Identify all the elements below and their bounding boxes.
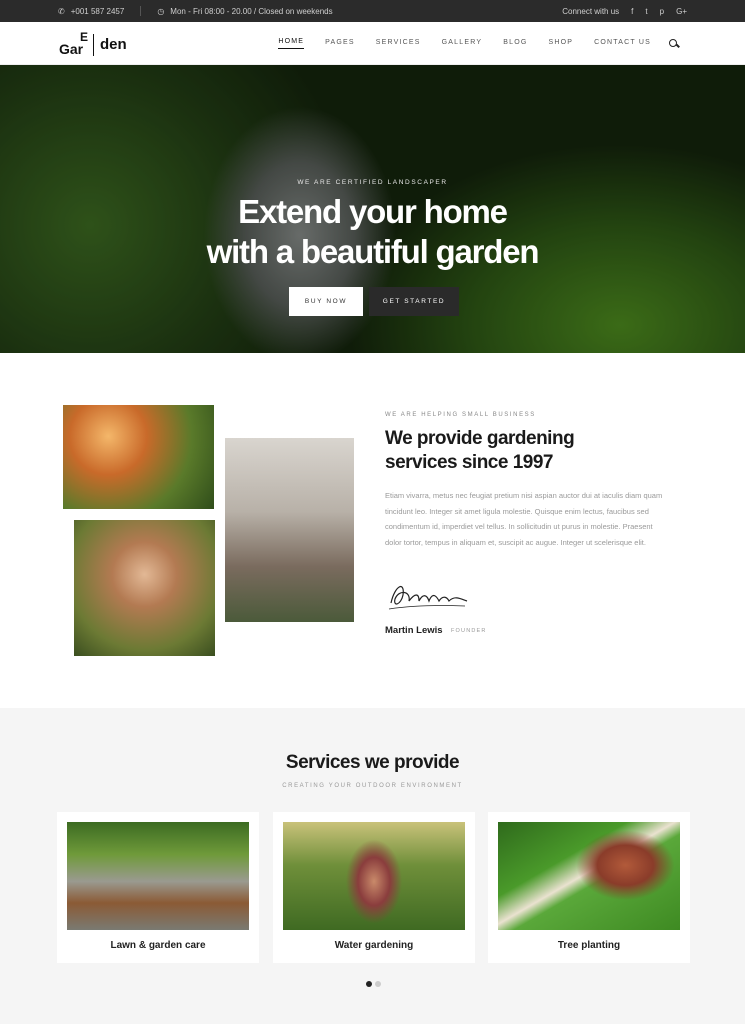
founder-name: Martin Lewis bbox=[385, 625, 443, 636]
nav-shop[interactable]: SHOP bbox=[549, 39, 574, 49]
signature-image bbox=[388, 586, 468, 610]
divider bbox=[140, 6, 142, 16]
nav-contact-us[interactable]: CONTACT US bbox=[594, 39, 651, 49]
phone-number[interactable]: +001 587 2457 bbox=[71, 7, 125, 16]
search-icon[interactable] bbox=[669, 38, 679, 49]
site-logo[interactable]: Gar E den bbox=[59, 30, 139, 58]
about-title: We provide gardening services since 1997 bbox=[385, 427, 645, 475]
hero-title-line-2: with a beautiful garden bbox=[206, 233, 540, 270]
service-card-water[interactable]: Water gardening bbox=[273, 812, 475, 963]
opening-hours: Mon - Fri 08:00 - 20.00 / Closed on week… bbox=[170, 6, 333, 16]
get-started-button[interactable]: GET STARTED bbox=[369, 287, 459, 316]
nav-services[interactable]: SERVICES bbox=[376, 39, 421, 49]
water-gardening-image bbox=[283, 822, 465, 930]
service-label: Water gardening bbox=[334, 940, 414, 951]
facebook-icon[interactable]: f bbox=[631, 7, 633, 16]
service-card-lawn[interactable]: Lawn & garden care bbox=[57, 812, 259, 963]
services-section: Services we provide CREATING YOUR OUTDOO… bbox=[0, 708, 745, 1024]
about-title-line-2: services since 1997 bbox=[385, 452, 554, 473]
tree-planting-image bbox=[498, 822, 680, 930]
nav-home[interactable]: HOME bbox=[278, 38, 305, 49]
service-label: Lawn & garden care bbox=[110, 940, 206, 951]
nav-gallery[interactable]: GALLERY bbox=[442, 39, 483, 49]
pinterest-icon[interactable]: p bbox=[660, 7, 664, 16]
carousel-pagination bbox=[366, 981, 381, 987]
about-body-text: Etiam vivarra, metus nec feugiat pretium… bbox=[385, 491, 663, 547]
main-nav: HOME PAGES SERVICES GALLERY BLOG SHOP CO… bbox=[257, 22, 679, 65]
logo-divider bbox=[93, 34, 94, 56]
about-kicker: WE ARE HELPING SMALL BUSINESS bbox=[385, 412, 536, 418]
site-header: Gar E den HOME PAGES SERVICES GALLERY BL… bbox=[0, 22, 745, 65]
lawn-garden-image bbox=[67, 822, 249, 930]
twitter-icon[interactable]: t bbox=[645, 7, 647, 16]
service-card-tree[interactable]: Tree planting bbox=[488, 812, 690, 963]
founder-role: FOUNDER bbox=[451, 628, 487, 634]
woman-planting-photo bbox=[222, 435, 357, 625]
hero-kicker: WE ARE CERTIFIED LANDSCAPER bbox=[297, 179, 448, 186]
nav-pages[interactable]: PAGES bbox=[325, 39, 355, 49]
gardener-photo bbox=[60, 402, 217, 512]
hero-banner: WE ARE CERTIFIED LANDSCAPER Extend your … bbox=[0, 65, 745, 353]
hero-title: Extend your home with a beautiful garden bbox=[0, 192, 745, 272]
hero-title-line-1: Extend your home bbox=[238, 193, 508, 230]
nav-blog[interactable]: BLOG bbox=[503, 39, 527, 49]
logo-part-den: den bbox=[100, 36, 127, 53]
about-section: WE ARE HELPING SMALL BUSINESS We provide… bbox=[0, 353, 745, 708]
buy-now-button[interactable]: BUY NOW bbox=[289, 287, 363, 316]
services-subtitle: CREATING YOUR OUTDOOR ENVIRONMENT bbox=[282, 783, 463, 789]
google-plus-icon[interactable]: G+ bbox=[676, 7, 687, 16]
carousel-dot-1[interactable] bbox=[366, 981, 372, 987]
top-info-bar: ✆ +001 587 2457 ◷ Mon - Fri 08:00 - 20.0… bbox=[0, 0, 745, 22]
logo-part-e: E bbox=[80, 30, 89, 44]
phone-icon: ✆ bbox=[58, 6, 65, 16]
carousel-dot-2[interactable] bbox=[375, 981, 381, 987]
services-title: Services we provide bbox=[285, 752, 460, 773]
couple-harvest-photo bbox=[71, 517, 218, 659]
about-title-line-1: We provide gardening bbox=[385, 428, 575, 449]
clock-icon: ◷ bbox=[157, 6, 165, 16]
hero-buttons: BUY NOW GET STARTED bbox=[289, 287, 459, 316]
service-label: Tree planting bbox=[557, 940, 621, 951]
connect-label: Connect with us bbox=[562, 6, 620, 16]
